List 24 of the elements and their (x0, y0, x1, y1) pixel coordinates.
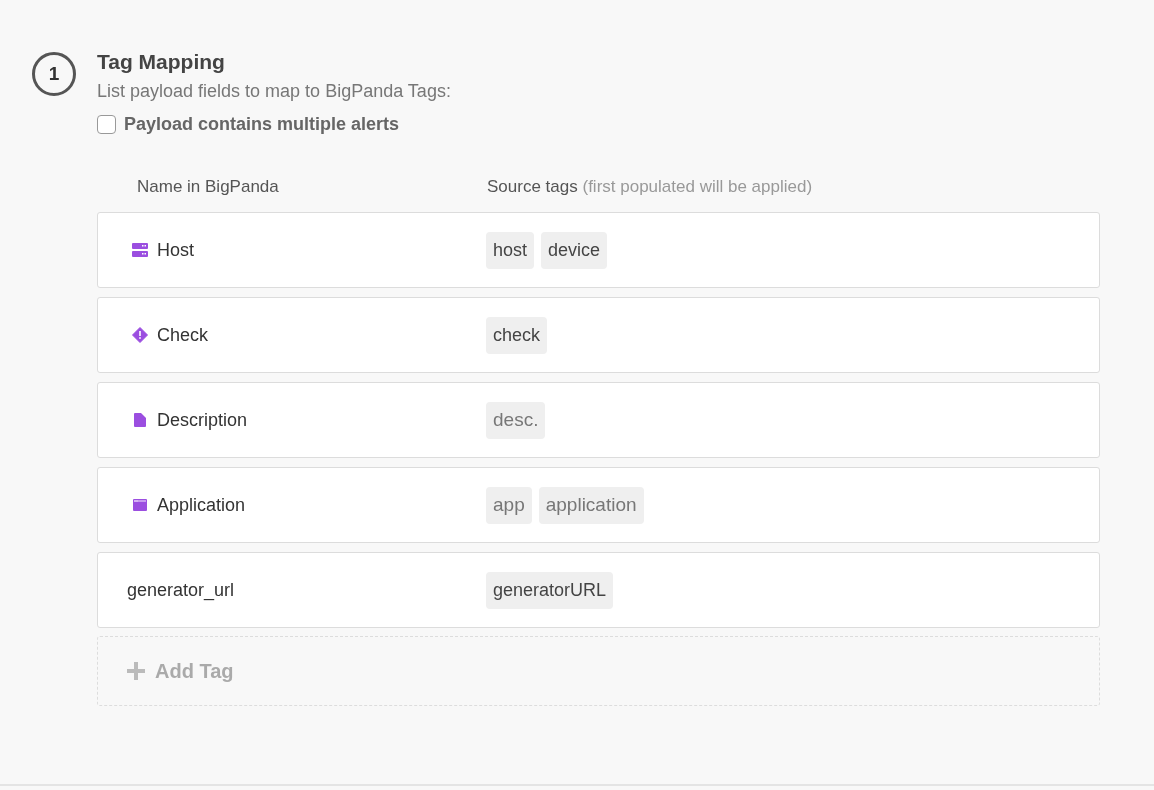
source-tag-chip: host (486, 231, 535, 269)
server-icon (132, 243, 148, 257)
section-description: List payload fields to map to BigPanda Tags: (97, 81, 452, 102)
section-title: Tag Mapping (97, 50, 226, 74)
source-tag-chip: application (538, 486, 644, 524)
source-tag-chip: app (486, 486, 532, 524)
source-tag-chip: generatorURL (486, 571, 614, 609)
column-header: Name in BigPanda (136, 177, 280, 197)
tag-name: generator_url (127, 579, 235, 601)
plus-icon (127, 662, 145, 680)
checkbox-square[interactable] (97, 115, 116, 134)
source-tag-chip: desc. (486, 401, 546, 439)
document-icon (134, 413, 146, 427)
source-tag-chip: device (541, 231, 608, 269)
column-header: Source tags (first populated will be applied) (487, 177, 813, 197)
step-number: 1 (32, 52, 76, 96)
tag-name: Check (157, 324, 209, 346)
window-icon (133, 499, 147, 511)
source-tag-chip: check (486, 316, 548, 354)
warning-diamond-icon (132, 327, 148, 343)
tag-name: Application (157, 494, 246, 516)
multiple-alerts-checkbox[interactable]: Payload contains multiple alerts (97, 114, 400, 135)
tag-name: Description (157, 409, 248, 431)
tag-name: Host (157, 239, 194, 261)
